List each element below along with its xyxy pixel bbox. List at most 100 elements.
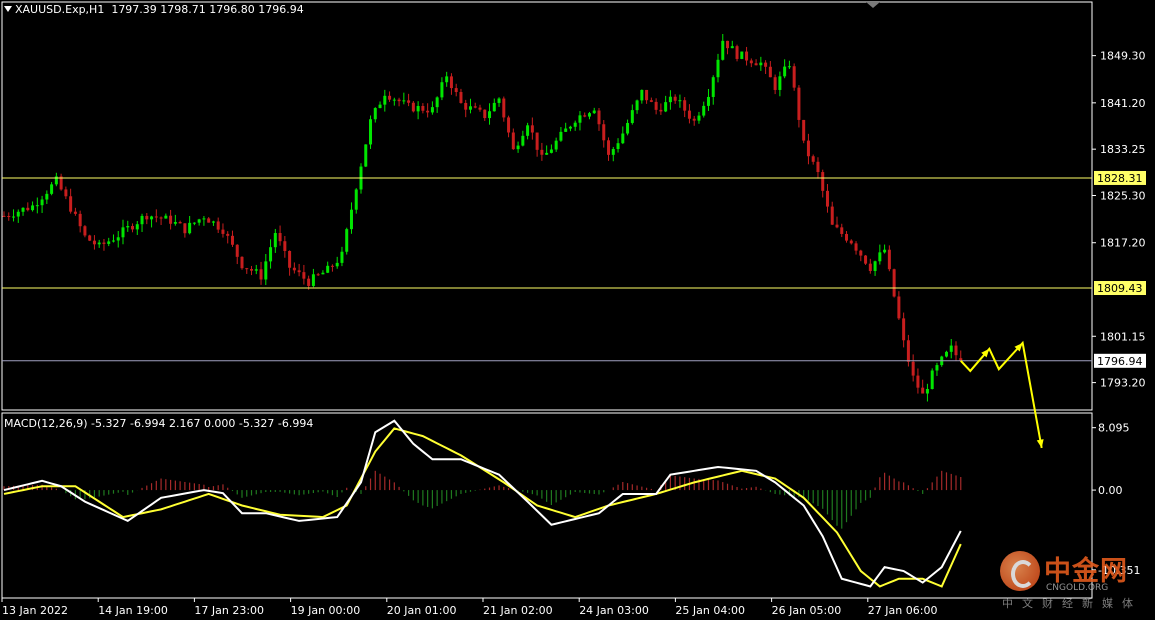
- candle-bear: [583, 115, 587, 117]
- candle-bear: [954, 345, 958, 356]
- candle-bear: [649, 100, 653, 102]
- x-tick-label: 14 Jan 19:00: [98, 604, 168, 617]
- candle-bear: [597, 110, 601, 125]
- candle-bear: [449, 76, 453, 89]
- y-tick-label: 1833.25: [1100, 143, 1146, 156]
- y-tick-label: 1793.20: [1100, 377, 1146, 390]
- macd-y-tick-label: 0.00: [1098, 484, 1123, 497]
- candle-bull: [211, 221, 215, 223]
- candle-bear: [169, 215, 173, 224]
- x-tick-label: 24 Jan 03:00: [579, 604, 649, 617]
- candle-bear: [911, 361, 915, 376]
- candle-bear: [154, 216, 158, 218]
- candle-bear: [754, 63, 758, 66]
- candle-bear: [735, 46, 739, 59]
- candle-bear: [297, 270, 301, 273]
- candle-bull: [416, 105, 420, 112]
- candle-bull: [783, 66, 787, 77]
- candle-bear: [278, 233, 282, 242]
- candle-bull: [492, 102, 496, 112]
- candle-bull: [521, 135, 525, 146]
- candle-bull: [383, 95, 387, 105]
- dropdown-triangle-icon[interactable]: [4, 6, 12, 12]
- candle-bear: [749, 60, 753, 64]
- candle-bull: [549, 149, 553, 153]
- symbol-header: XAUUSD.Exp,H1 1797.39 1798.71 1796.80 17…: [15, 3, 304, 16]
- candle-bear: [92, 240, 96, 245]
- candle-bear: [102, 242, 106, 244]
- candle-bull: [568, 126, 572, 129]
- candle-bull: [135, 224, 139, 230]
- candle-bear: [607, 140, 611, 155]
- candle-bull: [164, 215, 168, 219]
- candle-bear: [816, 161, 820, 173]
- candle-bull: [121, 227, 125, 238]
- candle-bear: [388, 95, 392, 100]
- candle-bull: [378, 104, 382, 109]
- candle-bear: [835, 224, 839, 228]
- candle-bull: [188, 222, 192, 234]
- candle-bear: [683, 100, 687, 111]
- candle-bear: [825, 190, 829, 207]
- candle-bull: [335, 262, 339, 267]
- candle-bear: [821, 172, 825, 191]
- candle-bear: [849, 240, 853, 244]
- candle-bull: [445, 76, 449, 83]
- x-tick-label: 21 Jan 02:00: [483, 604, 553, 617]
- candle-bull: [526, 125, 530, 136]
- watermark-en: CNGOLD.ORG: [1046, 583, 1109, 593]
- macd-header: MACD(12,26,9) -5.327 -6.994 2.167 0.000 …: [4, 417, 314, 430]
- candle-bull: [45, 193, 49, 200]
- candle-bull: [949, 345, 953, 352]
- candle-bull: [554, 140, 558, 150]
- candle-bear: [78, 213, 82, 227]
- chart-svg[interactable]: 1828.31 1809.43 1796.94 1849.30 1841.20 1833.…: [0, 0, 1155, 620]
- x-tick-label: 17 Jan 23:00: [194, 604, 264, 617]
- y-tick-label: 1801.15: [1100, 330, 1146, 343]
- candle-bear: [288, 250, 292, 268]
- candle-bear: [302, 272, 306, 279]
- watermark-logo: 中金网 CNGOLD.ORG 中文财经新媒体: [1000, 545, 1150, 615]
- candle-bear: [69, 196, 73, 212]
- candle-bear: [183, 223, 187, 234]
- candle-bull: [202, 218, 206, 220]
- candle-bull: [630, 110, 634, 123]
- x-tick-label: 20 Jan 01:00: [387, 604, 457, 617]
- candle-bull: [616, 143, 620, 150]
- candle-bear: [645, 89, 649, 101]
- candle-bear: [259, 269, 263, 280]
- candle-bear: [216, 221, 220, 230]
- candle-bear: [864, 255, 868, 264]
- candle-bear: [659, 109, 663, 112]
- macd-main-line: [3, 419, 962, 588]
- candle-bear: [73, 211, 77, 214]
- candle-bull: [587, 113, 591, 117]
- candle-bear: [2, 215, 6, 217]
- candle-bear: [902, 318, 906, 341]
- candle-bear: [540, 149, 544, 155]
- candle-bear: [464, 102, 468, 110]
- candle-bear: [654, 101, 658, 110]
- candle-bull: [516, 145, 520, 150]
- scroll-marker-icon: [866, 2, 880, 8]
- candle-bull: [126, 226, 130, 228]
- candle-bear: [407, 100, 411, 103]
- candle-bull: [326, 265, 330, 273]
- candle-bull: [930, 370, 934, 389]
- candle-bull: [716, 59, 720, 78]
- candle-bull: [573, 122, 577, 127]
- arrow-head-icon: [1036, 439, 1044, 448]
- candle-bear: [921, 387, 925, 394]
- forecast-arrow-path: [960, 340, 1043, 449]
- candle-bull: [778, 76, 782, 90]
- candle-bear: [692, 118, 696, 121]
- candle-bull: [873, 261, 877, 271]
- candle-bear: [502, 98, 506, 118]
- candle-bull: [664, 102, 668, 112]
- candle-bull: [711, 77, 715, 97]
- candle-bull: [430, 107, 434, 113]
- candle-bear: [226, 233, 230, 236]
- candle-bull: [787, 66, 791, 68]
- candle-bull: [150, 216, 154, 220]
- y-tick-label: 1841.20: [1100, 97, 1146, 110]
